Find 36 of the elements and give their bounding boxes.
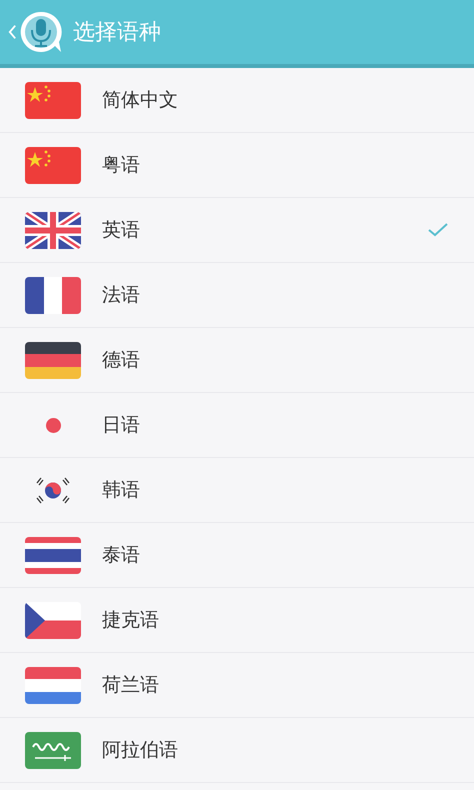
language-name: 阿拉伯语 <box>102 738 179 763</box>
back-icon[interactable] <box>8 23 17 41</box>
flag-icon <box>25 212 81 248</box>
page-title: 选择语种 <box>73 19 161 47</box>
language-name: 粤语 <box>102 153 141 178</box>
language-item[interactable]: 韩语 <box>0 458 474 523</box>
flag-icon <box>25 82 81 118</box>
language-name: 荷兰语 <box>102 673 160 698</box>
language-name: 捷克语 <box>102 608 160 633</box>
language-name: 韩语 <box>102 478 141 503</box>
microphone-icon <box>19 10 63 54</box>
language-item[interactable]: 阿拉伯语 <box>0 718 474 783</box>
language-item[interactable]: 泰语 <box>0 523 474 588</box>
flag-icon <box>25 146 81 184</box>
flag-icon <box>36 476 70 504</box>
flag-icon <box>25 602 81 638</box>
flag-icon <box>25 276 81 314</box>
language-name: 简体中文 <box>102 88 179 113</box>
language-name: 法语 <box>102 283 141 308</box>
language-item[interactable]: 荷兰语 <box>0 653 474 718</box>
flag-icon <box>46 418 60 432</box>
flag-icon <box>25 342 81 378</box>
language-item[interactable]: 德语 <box>0 328 474 393</box>
flag-icon <box>25 732 81 768</box>
language-item[interactable]: 简体中文 <box>0 68 474 133</box>
language-name: 日语 <box>102 413 141 438</box>
language-name: 英语 <box>102 218 141 243</box>
language-item[interactable]: 法语 <box>0 263 474 328</box>
language-name: 泰语 <box>102 543 141 568</box>
language-item[interactable]: 捷克语 <box>0 588 474 653</box>
language-name: 德语 <box>102 348 141 373</box>
language-item[interactable]: 日语 <box>0 393 474 458</box>
flag-icon <box>25 666 81 704</box>
flag-icon <box>25 536 81 574</box>
language-item[interactable]: 粤语 <box>0 133 474 198</box>
language-item[interactable]: 英语 <box>0 198 474 263</box>
